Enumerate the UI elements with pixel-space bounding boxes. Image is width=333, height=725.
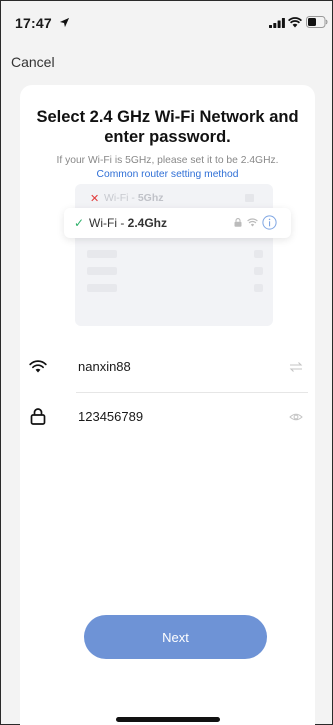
illustration-row-5ghz: ✕ Wi-Fi - 5Ghz (84, 186, 264, 210)
placeholder-bar (254, 284, 263, 292)
cancel-button[interactable]: Cancel (11, 54, 55, 70)
next-button[interactable]: Next (84, 615, 267, 659)
wifi-icon (29, 360, 47, 373)
cellular-signal-icon (269, 18, 285, 28)
router-settings-link[interactable]: Common router setting method (20, 169, 315, 180)
eye-icon[interactable] (289, 411, 303, 423)
status-time: 17:47 (15, 15, 52, 31)
placeholder-bar (87, 250, 117, 258)
placeholder-bar (254, 267, 263, 275)
wifi-icon (288, 17, 302, 28)
illustration-24ghz-label: Wi-Fi - 2.4Ghz (89, 216, 168, 230)
placeholder-bar (87, 284, 117, 292)
illustration-5ghz-label: Wi-Fi - 5Ghz (104, 192, 164, 204)
placeholder-block (245, 194, 254, 202)
page-title: Select 2.4 GHz Wi-Fi Network and enter p… (36, 108, 299, 146)
password-field[interactable]: 123456789 (20, 393, 315, 441)
placeholder-bar (87, 267, 117, 275)
home-indicator[interactable] (116, 717, 220, 722)
ssid-value[interactable]: nanxin88 (78, 359, 131, 374)
wifi-icon (247, 218, 258, 227)
subtitle-text: If your Wi-Fi is 5GHz, please set it to … (56, 155, 279, 166)
status-bar: 17:47 (1, 1, 333, 45)
content-card: Select 2.4 GHz Wi-Fi Network and enter p… (20, 85, 315, 725)
placeholder-bar (254, 250, 263, 258)
battery-icon (306, 16, 328, 28)
ssid-field[interactable]: nanxin88 (20, 343, 315, 391)
cross-icon: ✕ (90, 193, 100, 205)
info-icon (262, 215, 277, 230)
lock-icon (30, 408, 46, 425)
lock-icon (234, 218, 242, 227)
checkmark-icon: ✓ (74, 216, 85, 230)
illustration-row-24ghz: ✓ Wi-Fi - 2.4Ghz (64, 208, 291, 238)
password-value[interactable]: 123456789 (78, 409, 143, 424)
switch-arrows-icon[interactable] (289, 361, 303, 373)
location-arrow-icon (59, 17, 70, 28)
screen-frame: 17:47 Cancel Select 2.4 GHz Wi-Fi Networ… (0, 0, 333, 725)
